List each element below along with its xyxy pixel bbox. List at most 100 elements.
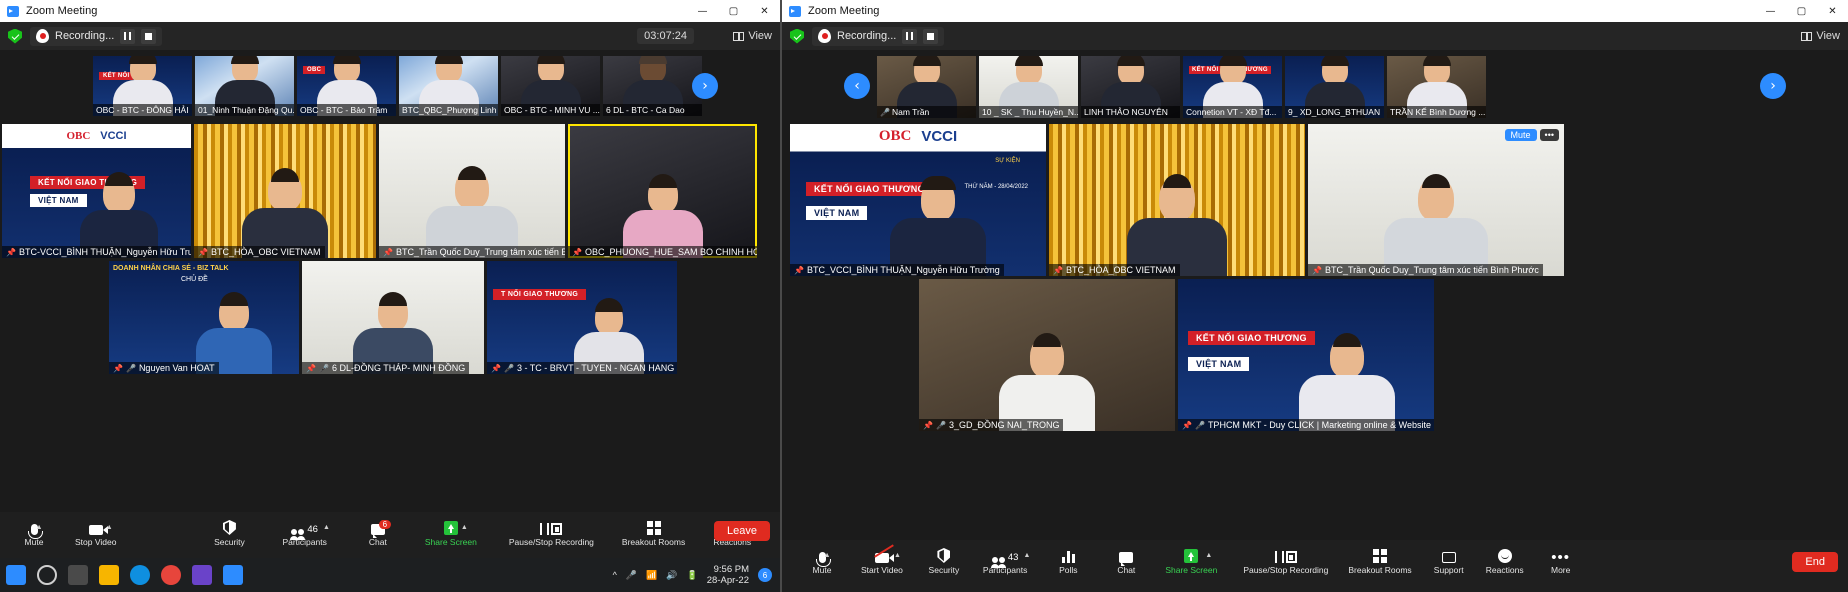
thumbnail-tile[interactable]: 9_ XD_LONG_BTHUAN — [1285, 56, 1384, 118]
breakout-rooms-label: Breakout Rooms — [1348, 565, 1412, 575]
video-tile[interactable]: DOANH NHÂN CHIA SẺ - BIZ TALK CHỦ ĐỀ 📌 🎤 N… — [109, 261, 299, 374]
battery-icon[interactable]: 🔋 — [687, 570, 698, 581]
tile-logo-bar: OBC VCCI — [2, 124, 191, 149]
video-tile[interactable]: Mute ••• 📌 BTC_Trần Quốc Duy_Trung tâm xú… — [1308, 124, 1564, 276]
file-explorer-icon[interactable] — [99, 565, 119, 585]
thumbnail-tile[interactable]: 🎤 Nam Trần — [877, 56, 976, 118]
breakout-rooms-button[interactable]: Breakout Rooms — [1345, 546, 1414, 575]
store-icon[interactable] — [192, 565, 212, 585]
chrome-icon[interactable] — [161, 565, 181, 585]
stop-video-button[interactable]: ▲ Stop Video — [72, 518, 119, 547]
video-tile[interactable]: KẾT NỐI GIAO THƯƠNG VIỆT NAM 📌 🎤 TPHCM MKT… — [1178, 279, 1434, 431]
chat-button[interactable]: 6 Chat — [356, 518, 400, 547]
wifi-icon[interactable]: 📶 — [646, 570, 657, 581]
right-filmstrip: 🎤 Nam Trần 10 _ SK _ Thu Huyền_N... LINH … — [782, 50, 1848, 122]
participants-count: 46 — [307, 524, 318, 535]
notification-badge[interactable]: 6 — [758, 568, 772, 582]
chevron-up-icon[interactable]: ▲ — [461, 524, 468, 531]
video-tile[interactable]: 📌 BTC_HÒA_OBC VIETNAM — [1049, 124, 1305, 276]
left-meeting-toolbar: ▲ Mute ▲ Stop Video Security 46 ▲ Partic… — [0, 512, 780, 558]
left-video-grid: OBC VCCI KẾT NỐI GIAO THƯƠNG VIỆT NAM 📌 B… — [0, 122, 780, 379]
video-tile-active[interactable]: 📌OBC_PHUONG_HUE_SAM BO CHINH HOANG GIA — [568, 124, 757, 258]
security-button[interactable]: Security — [922, 546, 966, 575]
filmstrip-next-arrow[interactable]: › — [1760, 73, 1786, 99]
video-tile[interactable]: OBC VCCI KẾT NỐI GIAO THƯƠNG VIỆT NAM SỰ… — [790, 124, 1046, 276]
chevron-up-icon[interactable]: ▲ — [824, 552, 831, 559]
maximize-button[interactable]: ▢ — [1786, 0, 1817, 22]
chevron-up-icon[interactable]: ▲ — [323, 524, 330, 531]
recording-indicator: Recording... — [30, 26, 163, 46]
pause-stop-recording-button[interactable]: Pause/Stop Recording — [1240, 546, 1331, 575]
leave-button[interactable]: Leave — [714, 521, 770, 541]
participants-button[interactable]: 43 ▲ Participants — [980, 546, 1031, 575]
start-icon[interactable] — [6, 565, 26, 585]
right-recording-bar: Recording... View — [782, 22, 1848, 50]
chevron-up-icon[interactable]: ▲ — [1023, 552, 1030, 559]
right-window-controls: — ▢ ✕ — [1755, 0, 1848, 22]
view-button[interactable]: View — [1801, 30, 1840, 42]
support-button[interactable]: Support — [1427, 546, 1471, 575]
thumbnail-tile[interactable]: KẾT NỐI OBC - BTC - ĐÔNG HẢI — [93, 56, 192, 116]
end-button[interactable]: End — [1792, 552, 1838, 572]
video-tile[interactable]: 📌 🎤 3_GD_ĐỒNG NAI_TRONG — [919, 279, 1175, 431]
thumbnail-tile[interactable]: OBC OBC - BTC - Bảo Trâm — [297, 56, 396, 116]
filmstrip-next-arrow[interactable]: › — [692, 73, 718, 99]
close-button[interactable]: ✕ — [1817, 0, 1848, 22]
thumbnail-tile[interactable]: LINH THẢO NGUYÊN — [1081, 56, 1180, 118]
pin-icon: 📌 — [572, 247, 582, 257]
thumbnail-tile[interactable]: TRẦN KẾ Bình Dương ... — [1387, 56, 1486, 118]
participants-button[interactable]: 46 ▲ Participants — [279, 518, 330, 547]
search-icon[interactable] — [37, 565, 57, 585]
minimize-button[interactable]: — — [1755, 0, 1786, 22]
tile-mute-button[interactable]: Mute — [1504, 129, 1537, 141]
tile-more-button[interactable]: ••• — [1539, 129, 1559, 141]
maximize-button[interactable]: ▢ — [718, 0, 749, 22]
video-tile[interactable]: 📌 BTC_HÒA_OBC VIETNAM — [194, 124, 376, 258]
chevron-up-tray-icon[interactable]: ^ — [613, 570, 617, 580]
taskbar-clock[interactable]: 9:56 PM 28-Apr-22 — [707, 564, 749, 586]
microphone-tray-icon[interactable]: 🎤 — [626, 570, 637, 581]
stop-recording-button[interactable] — [141, 28, 157, 44]
pause-stop-recording-button[interactable]: Pause/Stop Recording — [506, 518, 597, 547]
mute-button[interactable]: ▲ Mute — [12, 518, 56, 547]
thumbnail-tile[interactable]: KẾT NỐI GIAO THƯƠNG Connetion VT - XĐ Tđ… — [1183, 56, 1282, 118]
view-button[interactable]: View — [733, 30, 772, 42]
video-tile[interactable]: OBC VCCI KẾT NỐI GIAO THƯƠNG VIỆT NAM 📌 B… — [2, 124, 191, 258]
filmstrip-prev-arrow[interactable]: ‹ — [844, 73, 870, 99]
chevron-up-icon[interactable]: ▲ — [894, 552, 901, 559]
chevron-up-icon[interactable]: ▲ — [36, 524, 43, 531]
reactions-button[interactable]: Reactions — [1483, 546, 1527, 575]
thumbnail-tile[interactable]: 01_Ninh Thuận Đặng Qu... — [195, 56, 294, 116]
security-button[interactable]: Security — [207, 518, 251, 547]
edge-icon[interactable] — [130, 565, 150, 585]
video-tile[interactable]: 📌 🎤 6 DL-ĐỒNG THÁP- MINH ĐỒNG — [302, 261, 484, 374]
thumbnail-tile[interactable]: BTC_QBC_Phượng Linh — [399, 56, 498, 116]
task-view-icon[interactable] — [68, 565, 88, 585]
thumbnail-tile[interactable]: 6 DL - BTC - Ca Dao — [603, 56, 702, 116]
chevron-up-icon[interactable]: ▲ — [1205, 552, 1212, 559]
encryption-shield-icon[interactable] — [8, 28, 22, 44]
share-screen-button[interactable]: ▲ Share Screen — [1162, 546, 1220, 575]
encryption-shield-icon[interactable] — [790, 28, 804, 44]
more-button[interactable]: ••• More — [1539, 546, 1583, 575]
polls-button[interactable]: Polls — [1046, 546, 1090, 575]
pause-recording-button[interactable] — [120, 28, 136, 44]
breakout-rooms-button[interactable]: Breakout Rooms — [619, 518, 688, 547]
thumbnail-tile[interactable]: 10 _ SK _ Thu Huyền_N... — [979, 56, 1078, 118]
share-screen-button[interactable]: ▲ Share Screen — [422, 518, 480, 547]
thumbnail-tile[interactable]: OBC - BTC - MINH VU ... — [501, 56, 600, 116]
video-tile[interactable]: 📌BTC_Trần Quốc Duy_Trung tâm xúc tiến Bì… — [379, 124, 565, 258]
chevron-up-icon[interactable]: ▲ — [106, 524, 113, 531]
stop-recording-button[interactable] — [923, 28, 939, 44]
pause-recording-button[interactable] — [902, 28, 918, 44]
start-video-button[interactable]: ▲ Start Video — [858, 544, 906, 575]
mute-button[interactable]: ▲ Mute — [800, 546, 844, 575]
minimize-button[interactable]: — — [687, 0, 718, 22]
video-tile[interactable]: T NỐI GIAO THƯƠNG 📌 🎤 3 - TC - BRVT - TUYE… — [487, 261, 677, 374]
pin-icon: 📌 — [1182, 420, 1192, 430]
volume-icon[interactable]: 🔊 — [666, 570, 677, 581]
pin-icon: 📌 — [1053, 265, 1063, 275]
zoom-icon[interactable] — [223, 565, 243, 585]
chat-button[interactable]: Chat — [1104, 546, 1148, 575]
close-button[interactable]: ✕ — [749, 0, 780, 22]
